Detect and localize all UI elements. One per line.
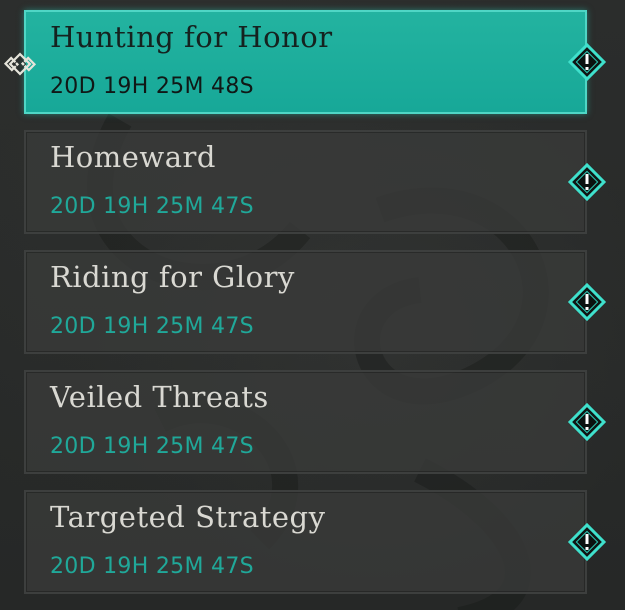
exclamation-diamond-icon <box>567 402 607 442</box>
quest-title: Hunting for Honor <box>50 20 333 54</box>
exclamation-diamond-icon <box>567 282 607 322</box>
quest-list: Hunting for Honor 20D 19H 25M 48S Homewa… <box>0 0 625 610</box>
quest-item-homeward[interactable]: Homeward 20D 19H 25M 47S <box>24 130 607 234</box>
quest-timer: 20D 19H 25M 47S <box>50 194 254 219</box>
quest-item-veiled-threats[interactable]: Veiled Threats 20D 19H 25M 47S <box>24 370 607 474</box>
quest-title: Homeward <box>50 140 216 174</box>
quest-item-targeted-strategy[interactable]: Targeted Strategy 20D 19H 25M 47S <box>24 490 607 594</box>
quest-timer: 20D 19H 25M 47S <box>50 554 254 579</box>
exclamation-diamond-icon <box>567 162 607 202</box>
quest-timer: 20D 19H 25M 47S <box>50 434 254 459</box>
exclamation-diamond-icon <box>567 522 607 562</box>
quest-title: Veiled Threats <box>50 380 269 414</box>
quest-item-hunting-for-honor[interactable]: Hunting for Honor 20D 19H 25M 48S <box>24 10 607 114</box>
knot-icon <box>3 48 37 80</box>
quest-title: Targeted Strategy <box>50 500 326 534</box>
quest-timer: 20D 19H 25M 48S <box>50 74 254 99</box>
quest-item-riding-for-glory[interactable]: Riding for Glory 20D 19H 25M 47S <box>24 250 607 354</box>
exclamation-diamond-icon <box>567 42 607 82</box>
quest-timer: 20D 19H 25M 47S <box>50 314 254 339</box>
quest-title: Riding for Glory <box>50 260 295 294</box>
